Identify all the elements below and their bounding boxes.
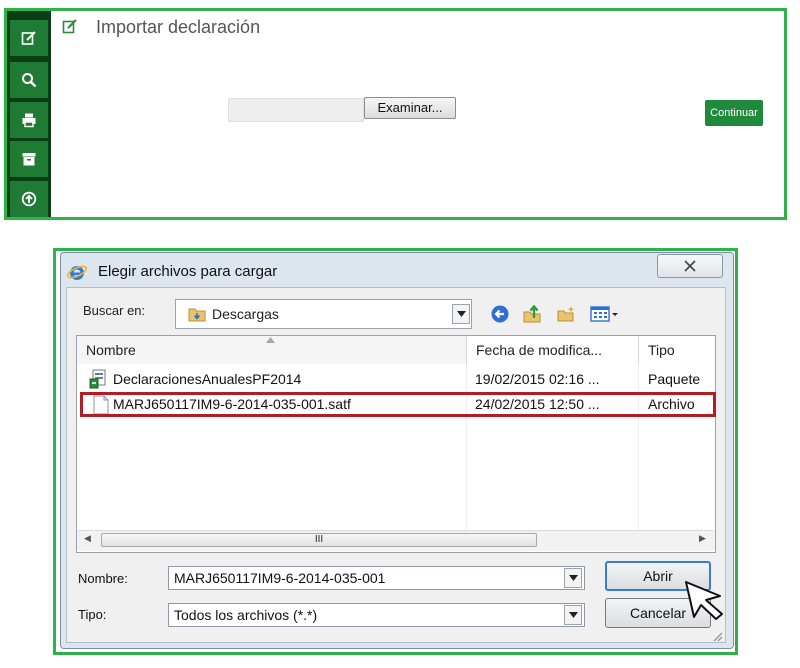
close-button[interactable] [657, 254, 723, 278]
file-list[interactable] [76, 335, 716, 553]
upload-icon [21, 191, 37, 207]
column-divider [466, 364, 467, 530]
file-name[interactable]: DeclaracionesAnualesPF2014 [113, 371, 301, 387]
filetype-dropdown-button[interactable] [564, 605, 582, 625]
mouse-cursor-icon [685, 581, 723, 620]
up-folder-icon[interactable] [522, 304, 542, 324]
sort-ascending-icon [266, 337, 275, 343]
resize-grip-icon[interactable] [711, 630, 723, 642]
selected-file-highlight [80, 392, 716, 417]
column-header-type[interactable]: Tipo [639, 336, 715, 364]
file-type: Paquete [648, 371, 701, 387]
column-header-date[interactable]: Fecha de modifica... [467, 336, 639, 364]
column-divider [638, 364, 639, 530]
filetype-select[interactable]: Todos los archivos (*.*) [168, 603, 585, 627]
page-title: Importar declaración [96, 17, 261, 37]
scroll-right-icon[interactable]: ▶ [699, 533, 706, 544]
edit-button[interactable] [10, 20, 48, 56]
upload-button[interactable] [10, 181, 48, 217]
filetype-label: Tipo: [78, 607, 107, 622]
internet-explorer-icon [66, 265, 88, 280]
view-menu-icon[interactable] [590, 304, 620, 324]
edit-icon [62, 19, 77, 34]
folder-icon [188, 308, 206, 322]
back-icon[interactable] [490, 304, 510, 324]
look-in-dropdown-button[interactable] [452, 304, 470, 324]
look-in-label: Buscar en: [83, 303, 146, 318]
chevron-down-icon [568, 575, 578, 581]
search-icon [22, 73, 37, 88]
file-date: 19/02/2015 02:16 ... [475, 371, 600, 387]
look-in-value: Descargas [212, 306, 279, 322]
filename-dropdown-button[interactable] [564, 568, 582, 588]
filename-input[interactable]: MARJ650117IM9-6-2014-035-001 [168, 566, 585, 590]
archive-icon [22, 153, 36, 166]
edit-icon [21, 31, 36, 45]
dialog-title: Elegir archivos para cargar [98, 263, 278, 280]
print-icon [22, 113, 36, 128]
print-button[interactable] [10, 102, 48, 138]
search-button[interactable] [10, 62, 48, 98]
package-file-icon [89, 369, 106, 389]
file-path-field[interactable] [228, 98, 364, 122]
continue-button[interactable]: Continuar [705, 100, 763, 126]
side-toolbar [7, 11, 51, 217]
close-icon [684, 260, 696, 272]
new-folder-icon[interactable] [556, 304, 576, 324]
filename-label: Nombre: [78, 571, 128, 586]
archive-button[interactable] [10, 141, 48, 177]
chevron-down-icon [456, 311, 466, 317]
scrollbar-thumb[interactable]: III [101, 533, 537, 547]
chevron-down-icon [568, 612, 578, 618]
browse-button[interactable]: Examinar... [364, 97, 456, 119]
scroll-left-icon[interactable]: ◀ [84, 533, 91, 544]
